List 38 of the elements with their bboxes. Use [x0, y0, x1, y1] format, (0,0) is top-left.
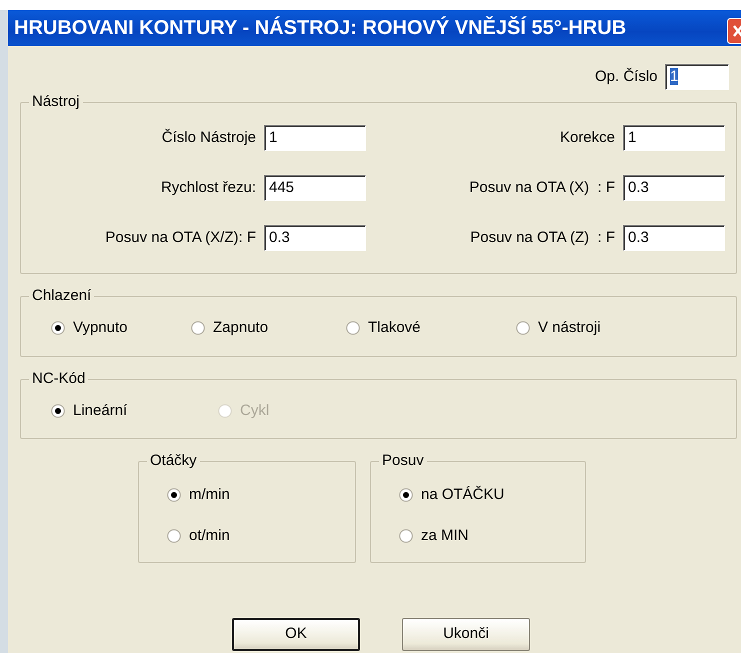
radio-button[interactable]: [516, 321, 530, 336]
option-label: Lineární: [73, 400, 128, 420]
radio-button[interactable]: [51, 321, 65, 336]
radio-button[interactable]: [399, 528, 413, 543]
text-field[interactable]: 445: [264, 175, 366, 201]
option-label: za MIN: [421, 526, 469, 546]
option-label: m/min: [189, 485, 230, 505]
text-field[interactable]: 0.3: [264, 225, 366, 251]
option-label: na OTÁČKU: [421, 484, 504, 505]
radio-button[interactable]: [167, 528, 181, 543]
radio-button[interactable]: [51, 404, 65, 418]
option-label: Cykl: [240, 400, 270, 420]
field-label: Posuv na OTA (X/Z): F: [104, 228, 256, 248]
window-title: HRUBOVANI KONTURY - NÁSTROJ: ROHOVÝ VNĚJŠÍ 55°-HRUB: [14, 15, 626, 41]
field-label: Op. Číslo: [594, 66, 658, 87]
text-field[interactable]: 1: [264, 125, 366, 151]
radio-button[interactable]: [167, 488, 181, 502]
field-label: Rychlost řezu:: [160, 178, 256, 198]
field-label: Korekce: [558, 128, 615, 148]
radio-button[interactable]: [346, 321, 360, 336]
field-label: Číslo Nástroje: [160, 128, 256, 148]
dialog-button[interactable]: OK: [232, 618, 360, 651]
text-field[interactable]: 0.3: [623, 175, 725, 201]
option-label: Zapnuto: [213, 318, 268, 338]
group-title: Nástroj: [29, 93, 83, 111]
radio-button[interactable]: [399, 488, 413, 502]
text-field[interactable]: 0.3: [623, 225, 725, 251]
dialog-button[interactable]: Ukonči: [402, 618, 530, 651]
field-label: Posuv na OTA (X) : F: [468, 178, 615, 198]
group-title: Otáčky: [147, 452, 200, 470]
radio-button[interactable]: [191, 321, 205, 336]
text-field[interactable]: 1: [623, 125, 725, 151]
text-field[interactable]: 1: [665, 64, 729, 90]
option-label: V nástroji: [538, 318, 601, 338]
field-label: Posuv na OTA (Z) : F: [469, 228, 615, 248]
option-label: Tlakové: [368, 318, 421, 338]
option-label: ot/min: [189, 526, 230, 546]
option-label: Vypnuto: [73, 318, 128, 338]
